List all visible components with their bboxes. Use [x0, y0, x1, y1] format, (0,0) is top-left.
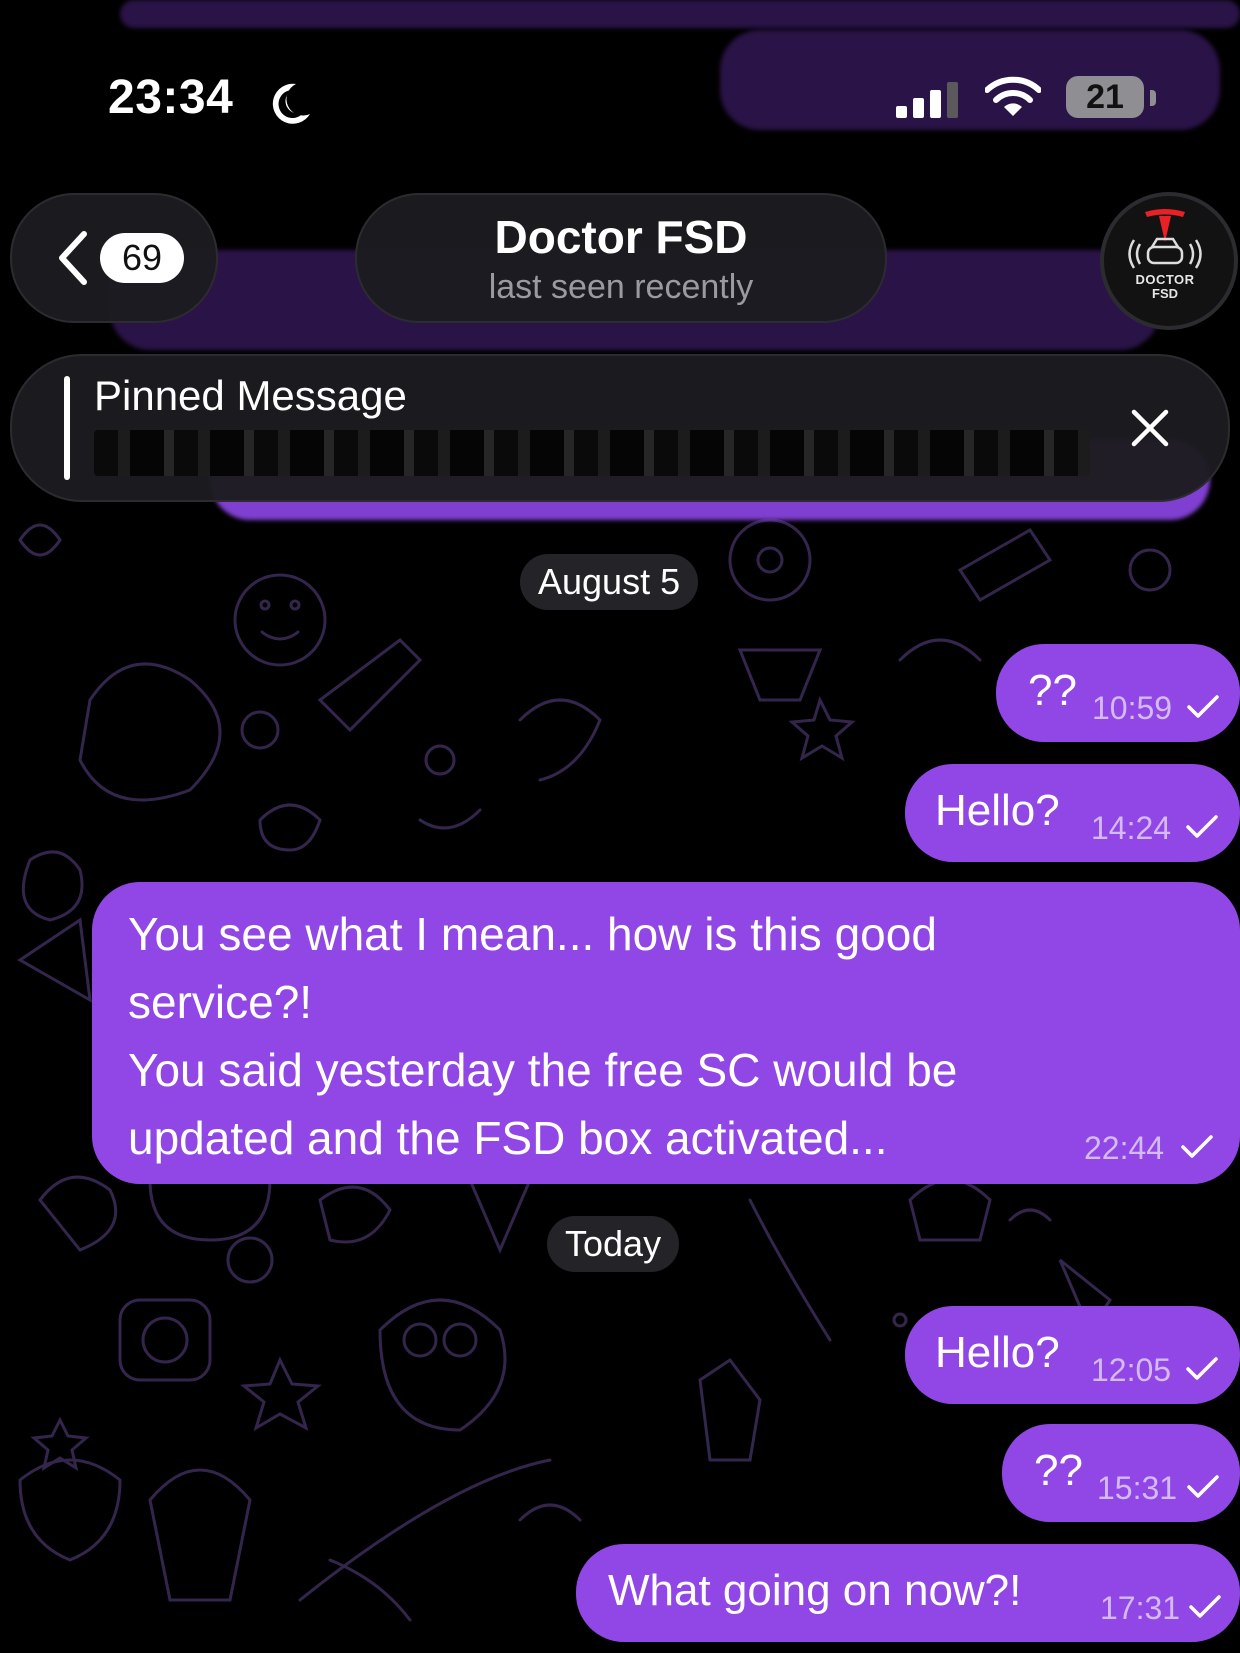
- pinned-label: Pinned Message: [94, 372, 407, 419]
- message-time: 10:59: [1092, 690, 1173, 726]
- message-text: What going on now?!: [608, 1566, 1022, 1615]
- background-message: [120, 0, 1240, 28]
- battery-tip: [1150, 90, 1156, 106]
- message-text: ??: [1034, 1446, 1083, 1495]
- chat-title[interactable]: Doctor FSD: [355, 210, 887, 264]
- avatar-text-bottom: FSD: [1152, 286, 1178, 301]
- chevron-left-icon[interactable]: [54, 230, 90, 286]
- pinned-indicator: [64, 376, 70, 480]
- check-icon: [1187, 695, 1219, 718]
- message-line: updated and the FSD box activated...: [128, 1112, 888, 1164]
- message-time: 14:24: [1091, 810, 1172, 846]
- avatar-text-top: DOCTOR: [1135, 272, 1195, 287]
- message-line: service?!: [128, 976, 313, 1028]
- outgoing-message[interactable]: Hello? 12:05: [905, 1306, 1240, 1404]
- chat-status: last seen recently: [488, 268, 754, 306]
- close-icon[interactable]: [1130, 408, 1170, 448]
- message-line: You said yesterday the free SC would be: [128, 1044, 958, 1096]
- check-icon: [1181, 1135, 1213, 1158]
- check-icon: [1189, 1595, 1221, 1618]
- outgoing-message[interactable]: ?? 15:31: [1002, 1424, 1240, 1522]
- signal-icon: [896, 82, 958, 118]
- message-line: You see what I mean... how is this good: [128, 908, 937, 960]
- message-text: You see what I mean... how is this good …: [128, 900, 1128, 1172]
- unread-count-badge[interactable]: 69: [100, 233, 184, 283]
- date-separator: Today: [547, 1216, 680, 1272]
- check-icon: [1187, 1475, 1219, 1498]
- message-time: 17:31: [1100, 1590, 1181, 1626]
- status-time: 23:34: [108, 71, 234, 124]
- message-text: Hello?: [935, 1328, 1060, 1377]
- message-time: 12:05: [1091, 1352, 1172, 1388]
- battery-icon: 21: [1066, 76, 1144, 118]
- tesla-logo-icon: [1128, 209, 1202, 269]
- pinned-preview-redacted: [94, 430, 1090, 476]
- message-text: Hello?: [935, 786, 1060, 835]
- outgoing-message[interactable]: Hello? 14:24: [905, 764, 1240, 862]
- avatar[interactable]: DOCTOR FSD: [1100, 192, 1238, 330]
- message-text: ??: [1028, 666, 1077, 715]
- date-separator: August 5: [520, 554, 699, 610]
- check-icon: [1186, 815, 1218, 838]
- moon-icon: [272, 83, 310, 124]
- background-message: [720, 30, 1220, 130]
- check-icon: [1186, 1357, 1218, 1380]
- wifi-icon: [985, 76, 1041, 116]
- message-time: 22:44: [1084, 1130, 1165, 1166]
- outgoing-message[interactable]: What going on now?! 17:31: [576, 1544, 1240, 1642]
- outgoing-message[interactable]: You see what I mean... how is this good …: [92, 882, 1240, 1184]
- message-time: 15:31: [1097, 1470, 1178, 1506]
- outgoing-message[interactable]: ?? 10:59: [996, 644, 1240, 742]
